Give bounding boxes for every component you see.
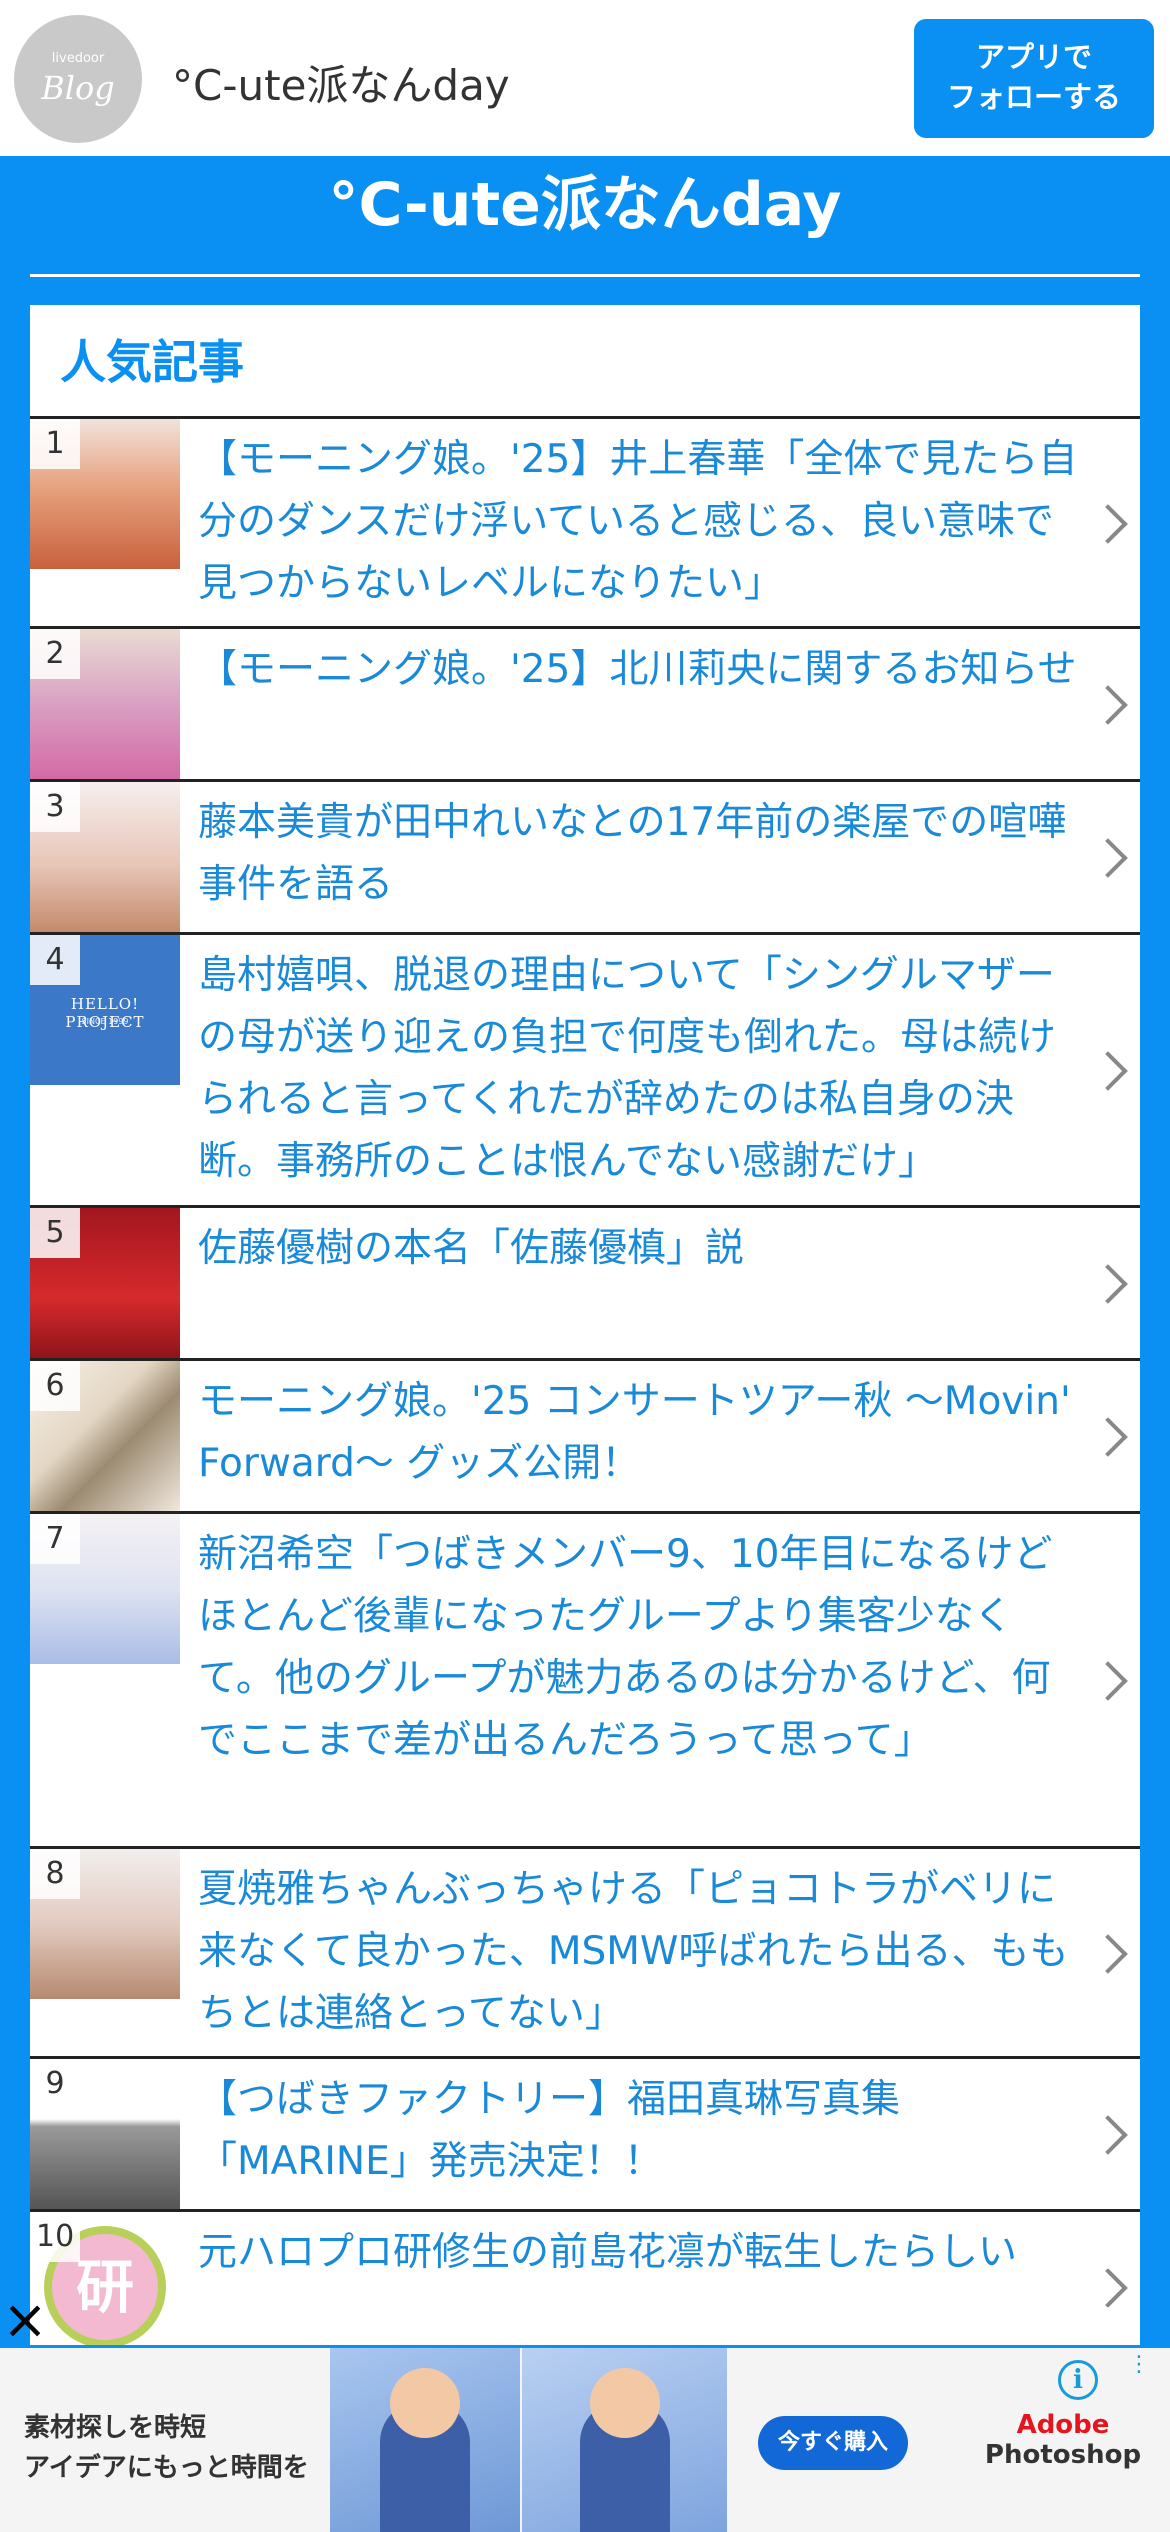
logo-big-text: Blog (41, 69, 115, 107)
rank-badge: 3 (30, 782, 80, 832)
article-title: 元ハロプロ研修生の前島花凛が転生したらしい (198, 2230, 1018, 2275)
article-title: 藤本美貴が田中れいなとの17年前の楽屋での喧嘩事件を語る (198, 800, 1067, 907)
ad-info-icon[interactable]: i (1058, 2360, 1098, 2400)
ad-brand-name: Adobe (1016, 2410, 1110, 2440)
rank-badge: 6 (30, 1361, 80, 1411)
site-title[interactable]: °C-ute派なんday (0, 160, 1170, 250)
chevron-right-icon (1088, 1934, 1128, 1974)
article-item[interactable]: 5 佐藤優樹の本名「佐藤優槙」説 (30, 1208, 1140, 1361)
thumbnail-subcaption: SINCE 1999 (81, 1017, 129, 1026)
article-item[interactable]: 6 モーニング娘。'25 コンサートツアー秋 ～Movin' Forward～ … (30, 1361, 1140, 1514)
rank-badge: 8 (30, 1849, 80, 1899)
chevron-right-icon (1088, 1051, 1128, 1091)
ad-menu-icon[interactable]: ⋮ (1128, 2354, 1150, 2376)
follow-button-line1: アプリで (975, 40, 1092, 74)
logo-small-text: livedoor (51, 51, 105, 66)
ad-figure-head (589, 2368, 660, 2438)
title-divider (30, 274, 1140, 277)
ad-buy-now-button[interactable]: 今すぐ購入 (758, 2416, 908, 2470)
chevron-right-icon (1088, 838, 1128, 878)
article-title: 佐藤優樹の本名「佐藤優槙」説 (198, 1226, 745, 1271)
popular-articles-heading: 人気記事 (30, 305, 1140, 419)
ad-brand: Adobe Photoshop (968, 2410, 1158, 2470)
ad-banner[interactable]: 素材探しを時短 アイデアにもっと時間を 今すぐ購入 Adobe Photosho… (0, 2348, 1170, 2532)
article-item[interactable]: 9 【つばきファクトリー】福田真琳写真集「MARINE」発売決定！！ (30, 2059, 1140, 2212)
close-ad-icon[interactable]: × (0, 2290, 50, 2350)
rank-badge: 10 (30, 2212, 81, 2262)
livedoor-blog-logo[interactable]: livedoor Blog (14, 15, 142, 143)
follow-in-app-button[interactable]: アプリで フォローする (914, 19, 1154, 138)
article-item[interactable]: 7 新沼希空「つばきメンバー9、10年目になるけどほとんど後輩になったグループよ… (30, 1514, 1140, 1849)
ad-brand-product: Photoshop (984, 2440, 1142, 2470)
article-item[interactable]: 研 10 元ハロプロ研修生の前島花凛が転生したらしい (30, 2212, 1140, 2345)
blog-name[interactable]: °C-ute派なんday (172, 52, 510, 113)
article-title: 夏焼雅ちゃんぶっちゃける「ピョコトラがベリに来なくて良かった、MSMW呼ばれたら… (198, 1867, 1069, 2036)
ad-figure-head (390, 2368, 460, 2438)
rank-badge: 4 (30, 935, 80, 985)
article-item[interactable]: HELLO! PROJECT SINCE 1999 4 島村嬉唄、脱退の理由につ… (30, 935, 1140, 1208)
chevron-right-icon (1088, 2115, 1128, 2155)
ad-image-right (522, 2348, 727, 2532)
article-title: モーニング娘。'25 コンサートツアー秋 ～Movin' Forward～ グッ… (198, 1379, 1071, 1486)
ad-image-left (330, 2348, 520, 2532)
ad-copy: 素材探しを時短 アイデアにもっと時間を (24, 2408, 309, 2488)
article-item[interactable]: 3 藤本美貴が田中れいなとの17年前の楽屋での喧嘩事件を語る (30, 782, 1140, 935)
article-title: 【モーニング娘。'25】北川莉央に関するお知らせ (198, 647, 1077, 692)
ad-copy-line1: 素材探しを時短 (24, 2413, 207, 2443)
chevron-right-icon (1088, 685, 1128, 725)
article-title: 新沼希空「つばきメンバー9、10年目になるけどほとんど後輩になったグループより集… (198, 1532, 1053, 1763)
chevron-right-icon (1088, 1661, 1128, 1701)
article-item[interactable]: 2 【モーニング娘。'25】北川莉央に関するお知らせ (30, 629, 1140, 782)
article-item[interactable]: 8 夏焼雅ちゃんぶっちゃける「ピョコトラがベリに来なくて良かった、MSMW呼ばれ… (30, 1849, 1140, 2059)
rank-badge: 7 (30, 1514, 80, 1564)
chevron-right-icon (1088, 1264, 1128, 1304)
popular-articles-card: 人気記事 1 【モーニング娘。'25】井上春華「全体で見たら自分のダンスだけ浮い… (30, 305, 1140, 2345)
rank-badge: 1 (30, 419, 80, 469)
ad-copy-line2: アイデアにもっと時間を (24, 2453, 309, 2483)
chevron-right-icon (1088, 504, 1128, 544)
chevron-right-icon (1088, 1417, 1128, 1457)
rank-badge: 2 (30, 629, 80, 679)
article-item[interactable]: 1 【モーニング娘。'25】井上春華「全体で見たら自分のダンスだけ浮いていると感… (30, 419, 1140, 629)
article-title: 【モーニング娘。'25】井上春華「全体で見たら自分のダンスだけ浮いていると感じる… (198, 437, 1078, 606)
article-title: 【つばきファクトリー】福田真琳写真集「MARINE」発売決定！！ (198, 2077, 901, 2184)
top-header: livedoor Blog °C-ute派なんday アプリで フォローする (0, 0, 1170, 156)
rank-badge: 9 (30, 2059, 80, 2109)
rank-badge: 5 (30, 1208, 80, 1258)
follow-button-line2: フォローする (946, 80, 1121, 114)
article-title: 島村嬉唄、脱退の理由について「シングルマザーの母が送り迎えの負担で何度も倒れた。… (198, 953, 1057, 1184)
chevron-right-icon (1088, 2268, 1128, 2308)
